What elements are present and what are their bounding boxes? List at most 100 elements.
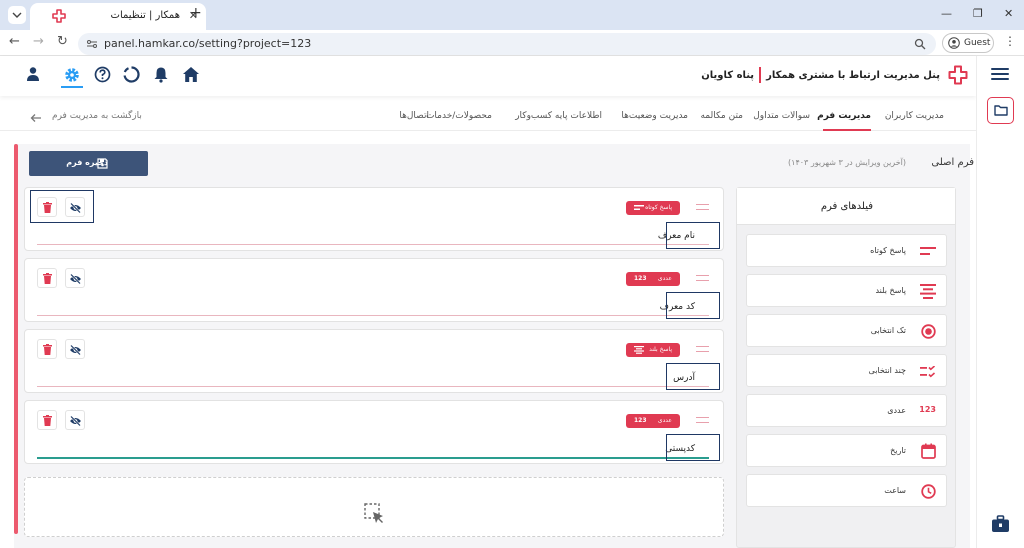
palette-item-multiple-choice[interactable]: چند انتخابی (746, 354, 947, 387)
eye-off-icon (69, 345, 82, 355)
tab-title: همکار | تنظیمات (110, 10, 180, 21)
delete-field-button[interactable] (37, 268, 57, 288)
drag-drop-icon (364, 503, 386, 525)
palette-item-time[interactable]: ساعت (746, 474, 947, 507)
field-drop-zone[interactable] (24, 477, 724, 537)
drag-handle-icon[interactable] (696, 275, 709, 281)
minimize-icon[interactable]: — (941, 7, 952, 20)
hide-field-button[interactable] (65, 410, 85, 430)
checklist-icon (920, 366, 936, 378)
hamburger-menu-icon[interactable] (991, 67, 1009, 81)
forward-icon[interactable]: → (33, 34, 44, 49)
highlight-actions-box (30, 190, 94, 223)
browser-toolbar: ← → ↻ panel.hamkar.co/setting?project=12… (0, 30, 1024, 56)
browser-tab-bar: همکار | تنظیمات ✕ + — ❐ ✕ (0, 0, 1024, 30)
help-icon[interactable] (94, 66, 111, 83)
form-fields-palette: فیلدهای فرم پاسخ کوتاه پاسخ بلند تک انتخ… (736, 187, 956, 548)
long-answer-icon (634, 346, 644, 354)
back-to-form-management-link[interactable]: بازگشت به مدیریت فرم (52, 111, 142, 121)
loading-icon[interactable] (123, 66, 140, 83)
drag-handle-icon[interactable] (696, 204, 709, 210)
brand-name: پنل مدیریت ارتباط با مشتری همکار (766, 69, 940, 81)
restore-icon[interactable]: ❐ (973, 7, 983, 20)
tab-faq[interactable]: سوالات متداول (753, 111, 810, 121)
bell-icon[interactable] (153, 66, 169, 83)
tab-conversation-text[interactable]: متن مکالمه (700, 111, 743, 121)
close-window-icon[interactable]: ✕ (1004, 7, 1013, 20)
tab-business-info[interactable]: اطلاعات پایه کسب‌وکار (515, 111, 602, 121)
palette-item-number[interactable]: عددی 123 (746, 394, 947, 427)
save-icon (97, 158, 108, 169)
save-form-button[interactable]: ذخیره فرم (29, 151, 148, 176)
active-icon-indicator (61, 86, 83, 88)
highlight-label-box (666, 434, 720, 461)
url-text: panel.hamkar.co/setting?project=123 (104, 37, 312, 50)
tab-connections[interactable]: اتصال‌ها (399, 111, 429, 121)
tab-user-management[interactable]: مدیریت کاربران (885, 111, 944, 121)
highlight-label-box (666, 222, 720, 249)
field-input-line[interactable] (37, 244, 709, 245)
palette-item-long-answer[interactable]: پاسخ بلند (746, 274, 947, 307)
field-input-line[interactable] (37, 315, 709, 316)
brand-user-name: پناه کاویان (701, 69, 755, 81)
long-answer-icon (920, 284, 936, 299)
active-tab-indicator (823, 129, 871, 131)
browser-tab[interactable]: همکار | تنظیمات ✕ (30, 3, 206, 30)
palette-item-date[interactable]: تاریخ (746, 434, 947, 467)
avatar-icon (948, 37, 960, 49)
hide-field-button[interactable] (65, 268, 85, 288)
left-accent-bar (14, 144, 18, 534)
toolbox-icon[interactable] (991, 515, 1010, 533)
folder-button[interactable] (987, 97, 1014, 124)
drag-handle-icon[interactable] (696, 346, 709, 352)
home-icon[interactable] (182, 66, 200, 83)
eye-off-icon (69, 416, 82, 426)
hide-field-button[interactable] (65, 339, 85, 359)
palette-item-single-choice[interactable]: تک انتخابی (746, 314, 947, 347)
form-field-card[interactable]: عددی 123 کدپستی (24, 400, 724, 464)
number-icon: 123 (919, 405, 936, 414)
back-icon[interactable]: ← (9, 34, 20, 49)
calendar-icon (921, 443, 936, 459)
tab-products-services[interactable]: محصولات/خدمات (426, 111, 492, 121)
more-menu-icon[interactable]: ⋮ (1004, 34, 1016, 48)
clock-icon (921, 484, 936, 499)
new-tab-button[interactable]: + (190, 5, 202, 21)
app-header: پنل مدیریت ارتباط با مشتری همکار پناه کا… (0, 56, 976, 96)
profile-label: Guest (964, 38, 991, 48)
number-icon: 123 (634, 275, 647, 282)
reload-icon[interactable]: ↻ (57, 34, 68, 49)
hamkar-logo-icon (52, 9, 66, 23)
form-field-card[interactable]: عددی 123 کد معرف (24, 258, 724, 322)
right-sidebar (976, 56, 1024, 548)
tab-status-management[interactable]: مدیریت وضعیت‌ها (621, 111, 688, 121)
field-type-chip: پاسخ بلند (626, 343, 680, 357)
profile-button[interactable]: Guest (942, 33, 994, 53)
drag-handle-icon[interactable] (696, 417, 709, 423)
site-info-icon[interactable] (86, 38, 98, 50)
eye-off-icon (69, 274, 82, 284)
delete-field-button[interactable] (37, 410, 57, 430)
field-input-line-focused[interactable] (37, 457, 709, 459)
tab-search-button[interactable] (8, 6, 26, 24)
tab-form-management[interactable]: مدیریت فرم (817, 111, 871, 121)
arrow-left-icon[interactable] (30, 113, 42, 123)
form-field-card[interactable]: پاسخ کوتاه نام معرف (24, 187, 724, 251)
highlight-label-box (666, 292, 720, 319)
field-input-line[interactable] (37, 386, 709, 387)
delete-field-button[interactable] (37, 339, 57, 359)
palette-item-short-answer[interactable]: پاسخ کوتاه (746, 234, 947, 267)
settings-tabs: مدیریت کاربران مدیریت فرم سوالات متداول … (0, 104, 976, 131)
radio-icon (921, 324, 936, 339)
user-icon[interactable] (25, 66, 41, 82)
trash-icon (43, 344, 52, 355)
field-type-chip: عددی 123 (626, 272, 680, 286)
form-title: فرم اصلی (931, 157, 974, 168)
settings-icon[interactable] (63, 66, 81, 84)
form-field-card[interactable]: پاسخ بلند آدرس (24, 329, 724, 393)
number-icon: 123 (634, 417, 647, 424)
address-bar[interactable]: panel.hamkar.co/setting?project=123 (78, 33, 936, 55)
zoom-icon[interactable] (914, 38, 926, 50)
trash-icon (43, 273, 52, 284)
form-last-edit: (آخرین ویرایش در ۳ شهریور ۱۴۰۳) (788, 158, 906, 167)
